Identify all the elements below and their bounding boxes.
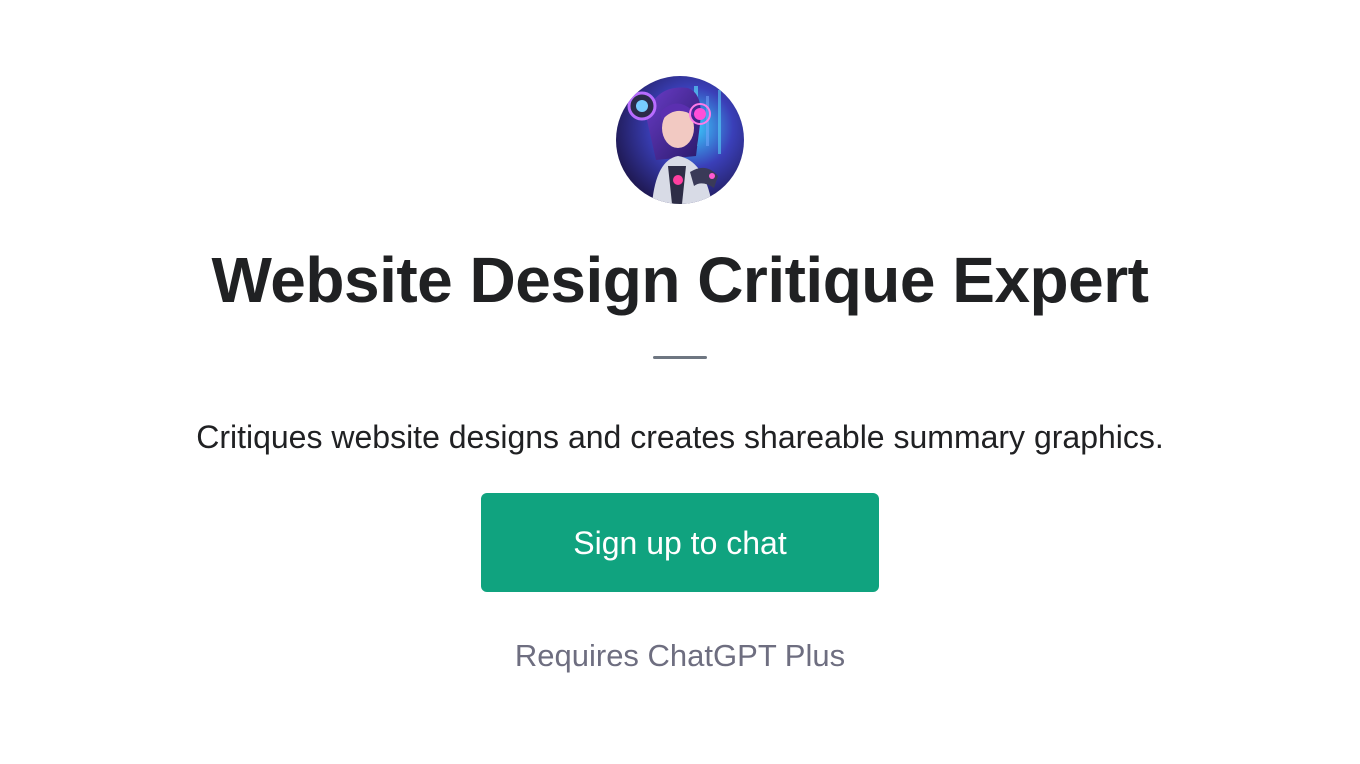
sign-up-button-label: Sign up to chat: [573, 524, 787, 561]
title-divider: [653, 356, 707, 359]
gpt-description: Critiques website designs and creates sh…: [196, 419, 1164, 455]
gpt-title: Website Design Critique Expert: [211, 244, 1149, 316]
gpt-avatar: [616, 76, 744, 204]
plan-requirement-note: Requires ChatGPT Plus: [514, 638, 846, 673]
sign-up-button[interactable]: Sign up to chat: [481, 493, 879, 592]
avatar-illustration: [616, 76, 744, 204]
gpt-landing: Website Design Critique Expert Critiques…: [0, 0, 1360, 764]
